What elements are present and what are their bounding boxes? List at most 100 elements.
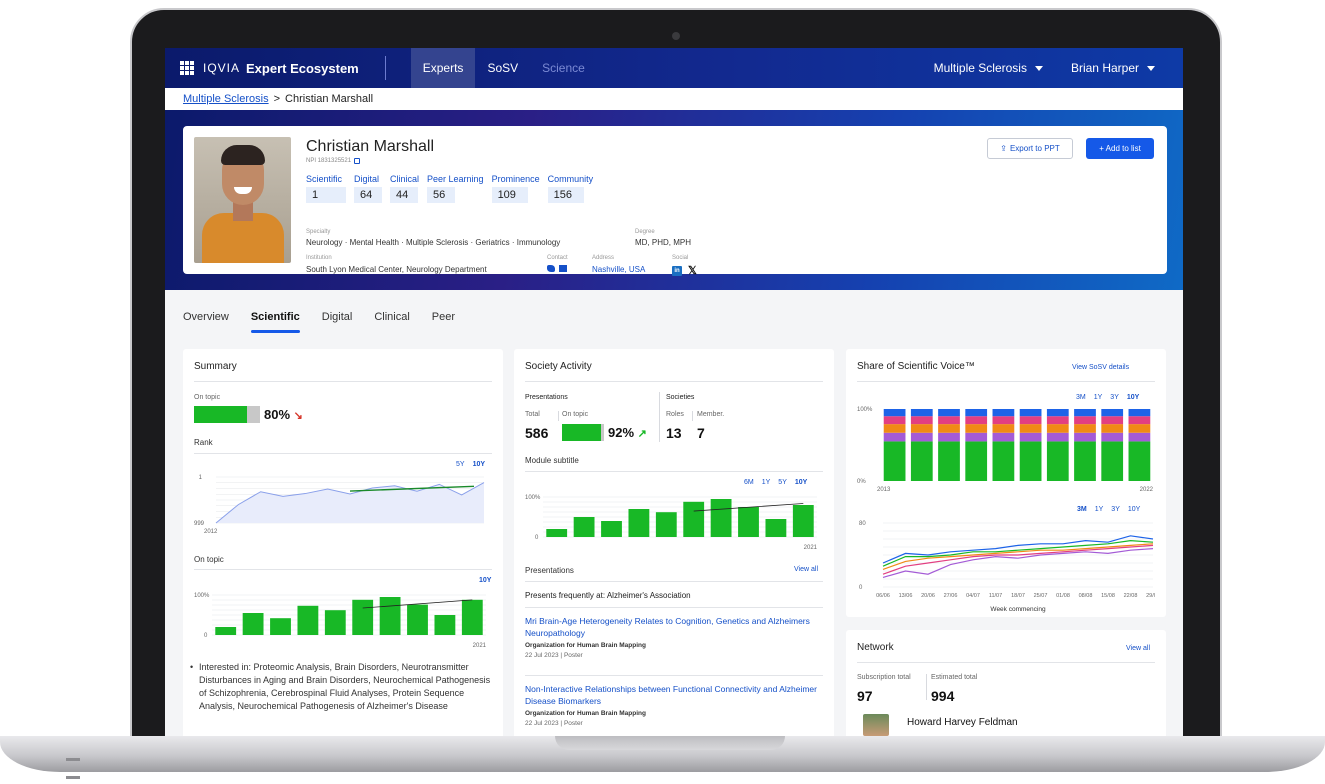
- range-1y[interactable]: 1Y: [1094, 394, 1103, 401]
- tab-clinical[interactable]: Clinical: [374, 311, 409, 333]
- nav-divider: [384, 56, 386, 80]
- range-3y[interactable]: 3Y: [1111, 506, 1120, 513]
- range-1y[interactable]: 1Y: [1095, 506, 1104, 513]
- range-1y[interactable]: 1Y: [762, 479, 771, 486]
- trend-up-icon: ↗: [637, 428, 647, 440]
- stacked-bar-segment: [938, 424, 960, 433]
- tab-digital[interactable]: Digital: [322, 311, 353, 333]
- address-link[interactable]: Nashville, USA: [592, 265, 645, 274]
- on-topic-range-selector: 10Y: [479, 577, 491, 584]
- breadcrumb-parent-link[interactable]: Multiple Sclerosis: [183, 93, 269, 105]
- range-3m[interactable]: 3M: [1077, 506, 1087, 513]
- tab-scientific[interactable]: Scientific: [250, 311, 300, 333]
- x-tick-label: 18/07: [1011, 593, 1025, 599]
- range-6m[interactable]: 6M: [744, 479, 754, 486]
- nav-tab-experts[interactable]: Experts: [410, 48, 476, 88]
- presentation-item[interactable]: Non-Interactive Relationships between Fu…: [525, 683, 820, 727]
- network-title: Network: [857, 642, 894, 653]
- presentations-heading: Presentations: [525, 566, 574, 575]
- x-icon[interactable]: 𝕏: [688, 264, 697, 277]
- export-ppt-button[interactable]: ⇪ Export to PPT: [987, 138, 1073, 159]
- chart-bar: [434, 615, 456, 635]
- tab-overview[interactable]: Overview: [183, 311, 229, 333]
- presentation-title-link[interactable]: Mri Brain-Age Heterogeneity Relates to C…: [525, 615, 820, 639]
- score-digital[interactable]: Digital 64: [354, 174, 382, 203]
- specialty-value: Neurology · Mental Health · Multiple Scl…: [306, 238, 561, 247]
- frequent-venue: Presents frequently at: Alzheimer's Asso…: [525, 591, 691, 600]
- stacked-bar-segment: [965, 424, 988, 433]
- sosv-line-range-selector: 3M 1Y 3Y 10Y: [1077, 506, 1140, 513]
- score-clinical[interactable]: Clinical 44: [390, 174, 419, 203]
- on-topic-progress: [194, 406, 260, 423]
- stacked-bar-segment: [1046, 416, 1069, 425]
- chart-bar: [242, 613, 264, 635]
- range-10y[interactable]: 10Y: [1128, 506, 1140, 513]
- score-community[interactable]: Community 156: [547, 174, 593, 203]
- sosv-details-link[interactable]: View SoSV details: [1072, 364, 1129, 371]
- linkedin-icon[interactable]: in: [672, 265, 682, 276]
- user-menu[interactable]: Brian Harper: [1071, 61, 1155, 75]
- nav-tab-science[interactable]: Science: [530, 48, 597, 88]
- sosv-card: Share of Scientific Voice™ View SoSV det…: [846, 349, 1166, 617]
- mail-icon[interactable]: [559, 265, 567, 272]
- copy-icon[interactable]: [354, 158, 361, 164]
- score-peer-learning[interactable]: Peer Learning 56: [427, 174, 484, 203]
- range-10y[interactable]: 10Y: [1127, 394, 1139, 401]
- breadcrumb: Multiple Sclerosis > Christian Marshall: [165, 88, 1183, 110]
- user-name: Brian Harper: [1070, 61, 1139, 75]
- range-10y[interactable]: 10Y: [479, 577, 491, 584]
- society-title: Society Activity: [525, 361, 592, 372]
- axis-tick-label: 80: [859, 521, 866, 527]
- range-10y[interactable]: 10Y: [795, 479, 807, 486]
- stacked-bar-segment: [883, 432, 906, 442]
- phone-icon[interactable]: [547, 265, 555, 272]
- tab-peer[interactable]: Peer: [432, 311, 455, 333]
- range-10y[interactable]: 10Y: [473, 461, 485, 468]
- presentations-view-all-link[interactable]: View all: [794, 566, 818, 573]
- total-label: Total: [525, 411, 540, 418]
- apps-grid-icon[interactable]: [180, 61, 194, 75]
- range-3y[interactable]: 3Y: [1110, 394, 1119, 401]
- brand-logo: IQVIA: [203, 61, 241, 75]
- on-topic-chart-label: On topic: [194, 555, 224, 564]
- stacked-bar-segment: [1101, 416, 1124, 425]
- stacked-bar-segment: [1019, 416, 1042, 425]
- chart-bar: [379, 597, 401, 635]
- on-topic-value: 80%: [264, 407, 291, 422]
- chart-bar: [683, 501, 705, 537]
- stacked-bar-segment: [1046, 432, 1069, 442]
- x-tick-label: 29/08: [1146, 593, 1155, 599]
- society-activity-card: Society Activity Presentations Societies…: [514, 349, 834, 736]
- range-3m[interactable]: 3M: [1076, 394, 1086, 401]
- stacked-bar-segment: [1046, 409, 1069, 417]
- network-person-name[interactable]: Howard Harvey Feldman: [907, 717, 1018, 728]
- npi-number: NPI 1831325521: [306, 158, 361, 164]
- axis-tick-label: 0: [859, 585, 863, 591]
- stacked-bar-segment: [1128, 409, 1151, 417]
- score-list: Scientific 1 Digital 64 Clinical 44 Peer Le…: [306, 174, 601, 203]
- add-to-list-button[interactable]: + Add to list: [1086, 138, 1154, 159]
- x-tick-label: 01/08: [1056, 593, 1070, 599]
- score-prominence[interactable]: Prominence 109: [491, 174, 540, 203]
- stacked-bar-segment: [910, 409, 933, 417]
- chart-bar: [270, 618, 291, 635]
- subscription-total: 97: [857, 688, 873, 704]
- stacked-bar-segment: [1101, 432, 1124, 442]
- network-view-all-link[interactable]: View all: [1126, 645, 1150, 652]
- nav-tab-sosv[interactable]: SoSV: [475, 48, 530, 88]
- score-scientific[interactable]: Scientific 1: [306, 174, 346, 203]
- range-5y[interactable]: 5Y: [778, 479, 787, 486]
- therapy-area-dropdown[interactable]: Multiple Sclerosis: [934, 61, 1043, 75]
- stacked-bar-segment: [1101, 409, 1124, 417]
- stacked-bar-segment: [965, 432, 988, 442]
- rank-range-selector: 5Y 10Y: [456, 461, 485, 468]
- presentation-title-link[interactable]: Non-Interactive Relationships between Fu…: [525, 683, 820, 707]
- axis-tick-label: 100%: [194, 593, 210, 599]
- score-value: 44: [390, 187, 418, 203]
- chart-bar: [573, 517, 595, 537]
- x-tick-label: 15/08: [1101, 593, 1115, 599]
- presentation-item[interactable]: Mri Brain-Age Heterogeneity Relates to C…: [525, 615, 820, 659]
- score-value: 56: [427, 187, 456, 203]
- range-5y[interactable]: 5Y: [456, 461, 465, 468]
- chart-bar: [546, 529, 568, 537]
